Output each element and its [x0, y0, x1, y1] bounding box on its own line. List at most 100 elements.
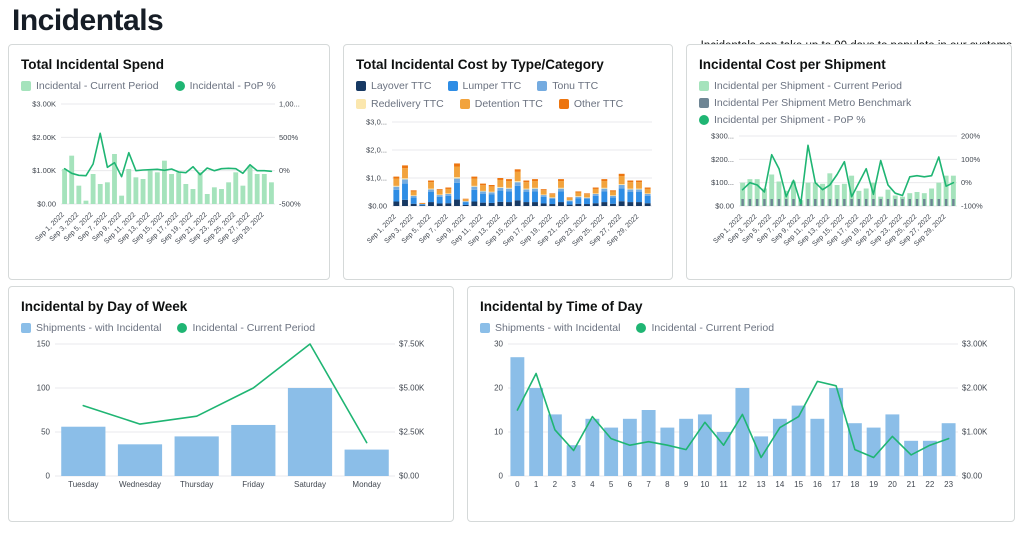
card-incidental-cost-per-shipment: Incidental Cost per Shipment Incidental … [686, 44, 1012, 280]
svg-text:7: 7 [646, 480, 651, 489]
legend: Incidental per Shipment - Current Period… [699, 80, 999, 126]
card-incidental-by-time-of-day: Incidental by Time of Day Shipments - wi… [467, 286, 1015, 522]
page-title: Incidentals [12, 4, 1016, 38]
svg-text:10: 10 [494, 428, 503, 437]
svg-text:3: 3 [571, 480, 576, 489]
svg-text:4: 4 [590, 480, 595, 489]
chart-title: Incidental by Time of Day [480, 299, 1002, 314]
svg-text:Sep 29, 2022: Sep 29, 2022 [606, 213, 640, 247]
svg-text:5: 5 [609, 480, 614, 489]
incidental-by-day-of-week-chart[interactable]: 150$7.50K100$5.00K50$2.50K0$0.00TuesdayW… [21, 338, 441, 498]
legend-label: Redelivery TTC [371, 98, 444, 110]
svg-text:2: 2 [553, 480, 558, 489]
chart-title: Total Incidental Cost by Type/Category [356, 57, 660, 72]
total-incidental-cost-by-type-chart[interactable]: $3,0...$2,0...$1,0...$0.00Sep 1, 2022Sep… [356, 114, 662, 264]
svg-text:23: 23 [944, 480, 953, 489]
svg-text:$100...: $100... [711, 178, 734, 187]
svg-text:30: 30 [494, 340, 503, 349]
svg-text:$0.00: $0.00 [715, 202, 734, 211]
svg-text:$2,0...: $2,0... [366, 146, 387, 155]
legend-label: Incidental Per Shipment Metro Benchmark [714, 97, 911, 109]
svg-text:20: 20 [888, 480, 897, 489]
svg-text:-100%: -100% [961, 202, 983, 211]
svg-text:100%: 100% [961, 155, 981, 164]
card-total-incidental-cost-by-type: Total Incidental Cost by Type/Category L… [343, 44, 673, 280]
incidental-cost-per-shipment-chart[interactable]: $300...200%$200...100%$100...0%$0.00-100… [699, 130, 1001, 270]
legend: Shipments - with Incidental Incidental - … [21, 322, 441, 334]
svg-text:1,00...: 1,00... [279, 100, 300, 109]
legend-item[interactable]: Incidental - Current Period [21, 80, 159, 92]
legend-label: Incidental - PoP % [190, 80, 276, 92]
legend-item[interactable]: Incidental per Shipment - Current Period [699, 80, 999, 92]
total-incidental-spend-chart[interactable]: $3.00K1,00...$2.00K500%$1.00K0%$0.00-500… [21, 96, 319, 260]
svg-text:$3,0...: $3,0... [366, 118, 387, 127]
svg-text:$2.00K: $2.00K [962, 384, 988, 393]
svg-text:$5.00K: $5.00K [399, 384, 425, 393]
svg-text:$1.00K: $1.00K [32, 166, 56, 175]
line-series-swatch-icon [175, 81, 185, 91]
legend-label: Incidental - Current Period [36, 80, 159, 92]
svg-text:$2.00K: $2.00K [32, 133, 56, 142]
legend-item[interactable]: Detention TTC [460, 98, 543, 110]
svg-text:500%: 500% [279, 133, 299, 142]
legend-label: Incidental per Shipment - PoP % [714, 114, 866, 126]
legend-item[interactable]: Redelivery TTC [356, 98, 444, 110]
legend-item[interactable]: Layover TTC [356, 80, 432, 92]
svg-text:Friday: Friday [242, 480, 264, 489]
svg-text:11: 11 [719, 480, 728, 489]
svg-text:0: 0 [46, 472, 51, 481]
legend-item[interactable]: Incidental - Current Period [177, 322, 315, 334]
legend-label: Shipments - with Incidental [36, 322, 161, 334]
legend: Incidental - Current Period Incidental - … [21, 80, 317, 92]
svg-text:8: 8 [665, 480, 670, 489]
legend-item[interactable]: Tonu TTC [537, 80, 598, 92]
svg-text:150: 150 [37, 340, 51, 349]
svg-text:200%: 200% [961, 132, 981, 141]
svg-text:$1,0...: $1,0... [366, 174, 387, 183]
legend-item[interactable]: Incidental - PoP % [175, 80, 276, 92]
bar-series-swatch-icon [356, 99, 366, 109]
bar-series-swatch-icon [699, 81, 709, 91]
bar-series-swatch-icon [537, 81, 547, 91]
legend-item[interactable]: Other TTC [559, 98, 623, 110]
dashboard-page: Incidentals Incidentals can take up to 9… [0, 4, 1024, 522]
legend-label: Incidental - Current Period [651, 322, 774, 334]
legend-item[interactable]: Incidental Per Shipment Metro Benchmark [699, 97, 999, 109]
svg-text:0%: 0% [279, 166, 290, 175]
svg-text:Wednesday: Wednesday [119, 480, 161, 489]
svg-text:Saturday: Saturday [294, 480, 326, 489]
svg-text:17: 17 [832, 480, 841, 489]
bottom-row: Incidental by Day of Week Shipments - wi… [8, 286, 1016, 522]
legend-label: Lumper TTC [463, 80, 522, 92]
svg-text:$0.00: $0.00 [962, 472, 983, 481]
legend-label: Detention TTC [475, 98, 543, 110]
legend-label: Tonu TTC [552, 80, 598, 92]
svg-text:$300...: $300... [711, 132, 734, 141]
legend-item[interactable]: Shipments - with Incidental [480, 322, 620, 334]
legend-label: Other TTC [574, 98, 623, 110]
line-series-swatch-icon [177, 323, 187, 333]
svg-text:$2.50K: $2.50K [399, 428, 425, 437]
svg-text:9: 9 [684, 480, 689, 489]
svg-text:16: 16 [813, 480, 822, 489]
legend-label: Incidental per Shipment - Current Period [714, 80, 902, 92]
legend-item[interactable]: Lumper TTC [448, 80, 522, 92]
svg-text:15: 15 [794, 480, 803, 489]
legend-label: Incidental - Current Period [192, 322, 315, 334]
legend-item[interactable]: Incidental - Current Period [636, 322, 774, 334]
svg-text:$7.50K: $7.50K [399, 340, 425, 349]
svg-text:19: 19 [869, 480, 878, 489]
bar-series-swatch-icon [559, 99, 569, 109]
svg-text:$3.00K: $3.00K [32, 100, 56, 109]
incidental-by-time-of-day-chart[interactable]: 30$3.00K20$2.00K10$1.00K0$0.000123456789… [480, 338, 1002, 498]
svg-text:-500%: -500% [279, 200, 301, 209]
svg-text:Tuesday: Tuesday [68, 480, 98, 489]
legend-item[interactable]: Shipments - with Incidental [21, 322, 161, 334]
svg-text:$1.00K: $1.00K [962, 428, 988, 437]
line-series-swatch-icon [636, 323, 646, 333]
svg-text:21: 21 [907, 480, 916, 489]
legend-item[interactable]: Incidental per Shipment - PoP % [699, 114, 999, 126]
line-series-swatch-icon [699, 115, 709, 125]
svg-text:20: 20 [494, 384, 503, 393]
svg-text:12: 12 [738, 480, 747, 489]
